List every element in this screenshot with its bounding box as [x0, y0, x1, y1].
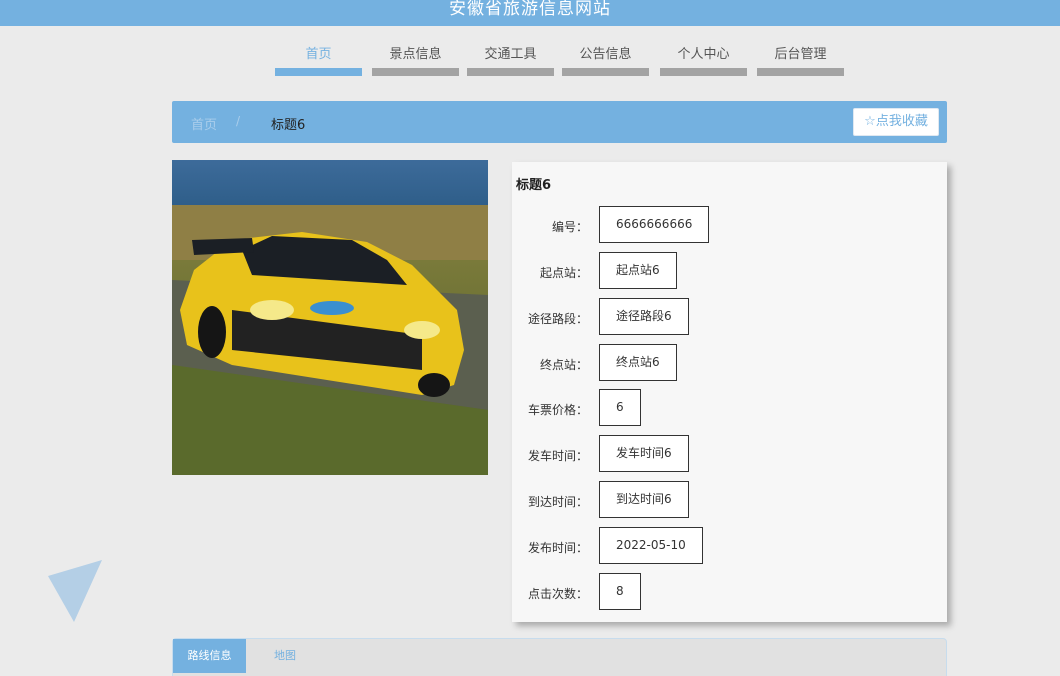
favorite-button-label: 点我收藏	[875, 114, 928, 129]
field-label: 车票价格：	[527, 403, 588, 417]
field-value: 发车时间6	[599, 435, 689, 472]
detail-card: 标题6 编号： 6666666666 起点站： 起点站6 途径路段： 途径路段6…	[512, 162, 947, 622]
nav-indicator	[372, 68, 459, 76]
field-label: 到达时间：	[527, 495, 588, 509]
nav-indicator	[660, 68, 747, 76]
field-label: 发车时间：	[527, 449, 588, 463]
field-row-route: 途径路段： 途径路段6	[512, 298, 947, 338]
breadcrumb: 首页 / 标题6 ☆点我收藏	[172, 101, 947, 143]
nav-indicator	[757, 68, 844, 76]
field-label: 终点站：	[539, 358, 588, 372]
nav-item-label: 景点信息	[389, 47, 442, 62]
nav-item-home[interactable]: 首页	[275, 44, 362, 76]
field-label: 编号：	[551, 220, 588, 234]
field-value: 8	[599, 573, 641, 610]
nav-item-label: 后台管理	[774, 47, 827, 62]
tab-route-info[interactable]: 路线信息	[173, 639, 246, 673]
decorative-triangle-icon	[48, 560, 102, 622]
field-label: 发布时间：	[527, 541, 588, 555]
field-value: 6666666666	[599, 206, 710, 243]
nav-item-profile[interactable]: 个人中心	[660, 44, 747, 76]
nav-item-attractions[interactable]: 景点信息	[372, 44, 459, 76]
nav-active-indicator	[275, 68, 362, 76]
nav-item-label: 首页	[305, 47, 332, 62]
field-value: 6	[599, 389, 641, 426]
nav-item-transport[interactable]: 交通工具	[467, 44, 554, 76]
detail-title: 标题6	[516, 178, 552, 193]
field-value: 2022-05-10	[599, 527, 703, 564]
field-row-arrival-time: 到达时间： 到达时间6	[512, 481, 947, 521]
field-row-departure-time: 发车时间： 发车时间6	[512, 435, 947, 475]
detail-image	[172, 160, 488, 475]
site-title: 安徽省旅游信息网站	[449, 0, 611, 19]
nav-item-announcements[interactable]: 公告信息	[562, 44, 649, 76]
main-nav: 首页 景点信息 交通工具 公告信息 个人中心 后台管理	[0, 44, 1060, 80]
nav-item-admin[interactable]: 后台管理	[757, 44, 844, 76]
breadcrumb-current: 标题6	[271, 118, 306, 133]
field-value: 终点站6	[599, 344, 677, 381]
field-row-start-station: 起点站： 起点站6	[512, 252, 947, 292]
field-row-id: 编号： 6666666666	[512, 206, 947, 246]
nav-item-label: 个人中心	[677, 47, 730, 62]
field-row-click-count: 点击次数： 8	[512, 573, 947, 613]
field-value: 到达时间6	[599, 481, 689, 518]
star-outline-icon: ☆	[864, 114, 876, 129]
field-label: 起点站：	[539, 266, 588, 280]
field-value: 起点站6	[599, 252, 677, 289]
nav-indicator	[467, 68, 554, 76]
favorite-button[interactable]: ☆点我收藏	[853, 108, 939, 136]
field-value: 途径路段6	[599, 298, 689, 335]
nav-item-label: 交通工具	[484, 47, 537, 62]
tab-map[interactable]: 地图	[263, 639, 307, 673]
field-row-ticket-price: 车票价格： 6	[512, 389, 947, 429]
nav-indicator	[562, 68, 649, 76]
race-car-photo	[172, 160, 488, 475]
detail-tabs: 路线信息 地图	[172, 638, 947, 676]
nav-item-label: 公告信息	[579, 47, 632, 62]
field-row-end-station: 终点站： 终点站6	[512, 344, 947, 384]
breadcrumb-home-link[interactable]: 首页	[191, 114, 217, 133]
top-header: 安徽省旅游信息网站	[0, 0, 1060, 26]
field-row-publish-time: 发布时间： 2022-05-10	[512, 527, 947, 567]
breadcrumb-separator: /	[236, 114, 241, 128]
field-label: 点击次数：	[527, 587, 588, 601]
field-label: 途径路段：	[527, 312, 588, 326]
